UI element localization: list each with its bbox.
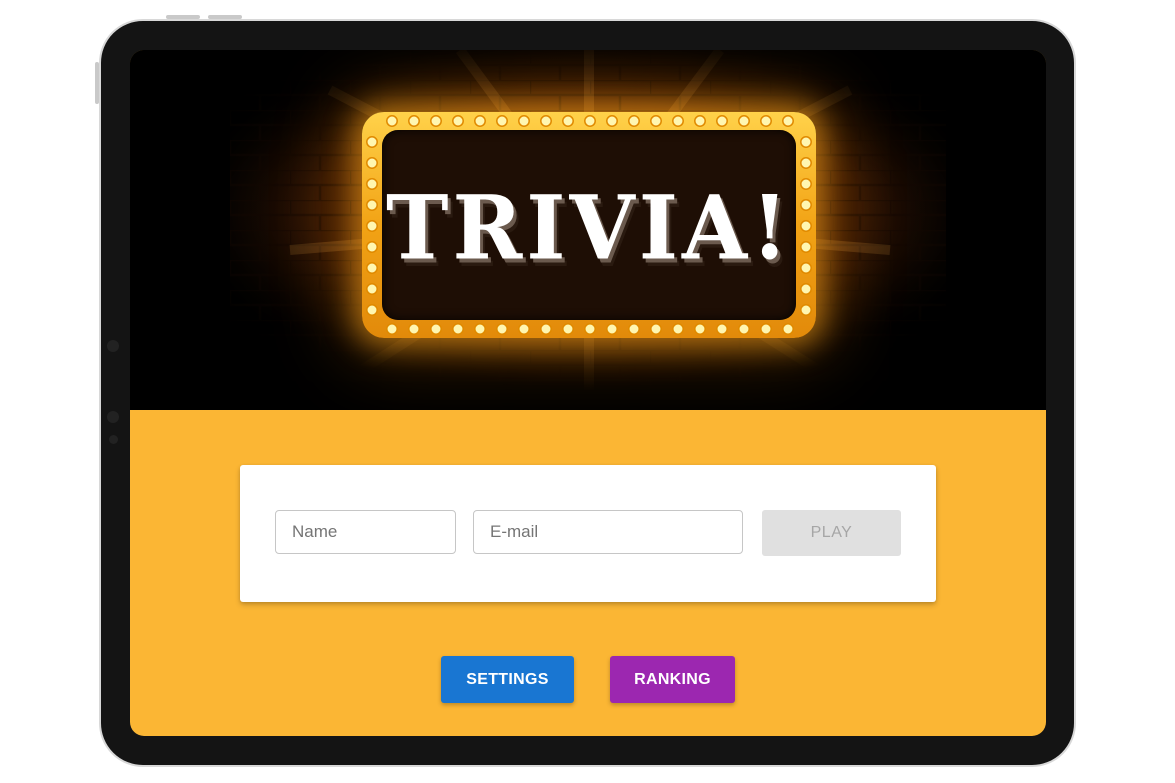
ranking-button[interactable]: RANKING xyxy=(610,656,735,703)
marquee-bulb xyxy=(474,115,486,127)
marquee-bulb xyxy=(366,304,378,316)
marquee-bulb xyxy=(366,283,378,295)
marquee-bulb xyxy=(628,115,640,127)
marquee-bulb xyxy=(408,115,420,127)
marquee-bulb xyxy=(800,220,812,232)
marquee-bulb xyxy=(800,283,812,295)
marquee-bulb xyxy=(518,323,530,335)
marquee-bulb xyxy=(760,323,772,335)
marquee-bulb xyxy=(366,241,378,253)
marquee-bulb xyxy=(800,178,812,190)
marquee-bulb xyxy=(366,178,378,190)
marquee-bulb xyxy=(782,115,794,127)
marquee-bulb xyxy=(782,323,794,335)
marquee-bulb xyxy=(760,115,772,127)
marquee-bulb xyxy=(562,323,574,335)
login-card: PLAY xyxy=(240,465,936,602)
marquee-bulb xyxy=(650,115,662,127)
marquee-bulb xyxy=(716,323,728,335)
marquee-bulb xyxy=(800,199,812,211)
app-screen: TRIVIA! PLAY SETTINGS RANKING xyxy=(130,50,1046,736)
marquee-bulb xyxy=(496,323,508,335)
hero-banner: TRIVIA! xyxy=(130,50,1046,410)
marquee-bulb xyxy=(540,115,552,127)
marquee-bulb xyxy=(800,136,812,148)
marquee-bulb xyxy=(672,323,684,335)
marquee-bulb xyxy=(606,115,618,127)
marquee-bulb xyxy=(518,115,530,127)
marquee-bulb xyxy=(386,115,398,127)
marquee-bulb xyxy=(628,323,640,335)
marquee-bulb xyxy=(650,323,662,335)
settings-button[interactable]: SETTINGS xyxy=(441,656,574,703)
marquee-bulb xyxy=(474,323,486,335)
marquee-bulb xyxy=(694,323,706,335)
marquee-bulb xyxy=(584,115,596,127)
sensor-dot xyxy=(107,411,119,423)
marquee-bulb xyxy=(366,262,378,274)
marquee-bulb xyxy=(800,262,812,274)
marquee-bulb xyxy=(386,323,398,335)
marquee-bulb xyxy=(584,323,596,335)
marquee-bulb xyxy=(496,115,508,127)
marquee-bulb xyxy=(366,157,378,169)
email-input[interactable] xyxy=(473,510,743,554)
marquee-sign: TRIVIA! xyxy=(362,112,816,338)
marquee-bulb xyxy=(672,115,684,127)
marquee-bulb xyxy=(562,115,574,127)
marquee-bulb xyxy=(800,157,812,169)
marquee-bulb xyxy=(800,304,812,316)
marquee-bulb xyxy=(366,199,378,211)
marquee-bulb xyxy=(606,323,618,335)
play-button[interactable]: PLAY xyxy=(762,510,901,556)
marquee-bulb xyxy=(366,220,378,232)
name-input[interactable] xyxy=(275,510,456,554)
marquee-bulb xyxy=(716,115,728,127)
sensor-dot xyxy=(109,435,118,444)
marquee-bulb xyxy=(366,136,378,148)
marquee-bulb xyxy=(430,323,442,335)
marquee-panel: TRIVIA! xyxy=(382,130,796,320)
marquee-bulb xyxy=(452,323,464,335)
marquee-bulb xyxy=(408,323,420,335)
marquee-bulb xyxy=(738,323,750,335)
marquee-bulb xyxy=(694,115,706,127)
marquee-bulb xyxy=(540,323,552,335)
marquee-bulb xyxy=(738,115,750,127)
marquee-bulb xyxy=(430,115,442,127)
trivia-logo-text: TRIVIA! xyxy=(385,175,793,279)
marquee-bulb xyxy=(800,241,812,253)
marquee-bulb xyxy=(452,115,464,127)
camera-dot xyxy=(107,340,119,352)
